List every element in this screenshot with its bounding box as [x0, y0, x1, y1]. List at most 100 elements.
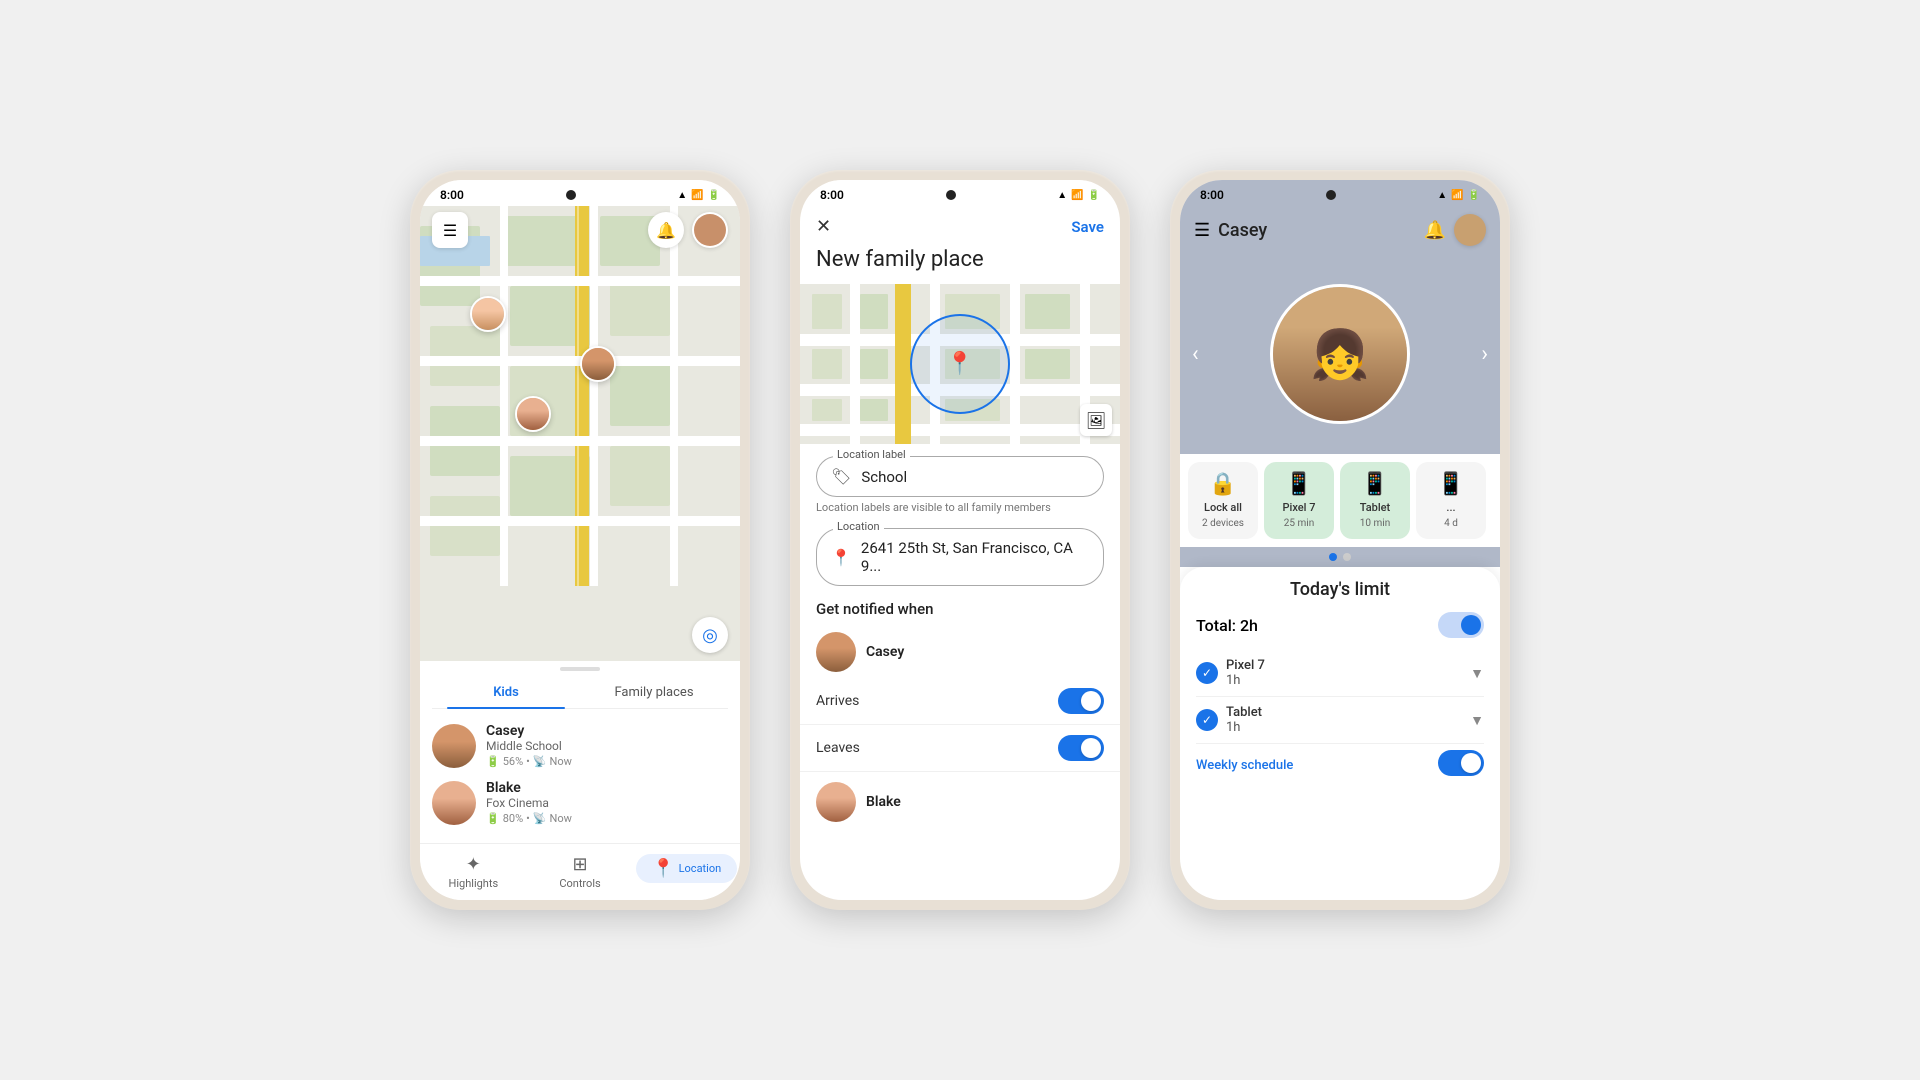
- total-toggle[interactable]: [1438, 612, 1484, 638]
- profile-area: ‹ 👧 ›: [1180, 254, 1500, 454]
- p2-header: ✕ Save: [800, 206, 1120, 243]
- menu-button[interactable]: ☰: [432, 212, 468, 248]
- tablet-sub: 10 min: [1360, 518, 1390, 529]
- phone-3: 8:00 ▲ 📶 🔋 ☰ Casey 🔔 ‹ 👧 ›: [1170, 170, 1510, 910]
- casey-info: Casey Middle School 🔋 56% • 📡 Now: [486, 723, 728, 768]
- phone-1: 8:00 ▲ 📶 🔋: [410, 170, 750, 910]
- tab-family-places[interactable]: Family places: [580, 675, 728, 708]
- highlights-icon: ✦: [466, 854, 481, 875]
- status-time-2: 8:00: [820, 188, 844, 202]
- tablet-chevron[interactable]: ▼: [1470, 712, 1484, 729]
- location-nav-bg: 📍 Location: [636, 854, 737, 883]
- leaves-toggle-row: Leaves: [800, 725, 1120, 772]
- person-face-1: [472, 298, 504, 330]
- page-title-2: New family place: [800, 243, 1120, 284]
- map-pin-person3[interactable]: [515, 396, 551, 432]
- pixel7-name: Pixel 7: [1283, 501, 1316, 514]
- status-time-3: 8:00: [1200, 188, 1224, 202]
- hamburger-button[interactable]: ☰: [1194, 220, 1210, 241]
- leaves-toggle[interactable]: [1058, 735, 1104, 761]
- notification-button[interactable]: 🔔: [648, 212, 684, 248]
- phone-2: 8:00 ▲ 📶 🔋 ✕ Save New family place: [790, 170, 1130, 910]
- casey-notify-name: Casey: [866, 644, 904, 660]
- pixel7-chevron[interactable]: ▼: [1470, 665, 1484, 682]
- camera-notch-3: [1326, 190, 1336, 200]
- person-face-3: [517, 398, 549, 430]
- location-label-field[interactable]: Location label 🏷 School: [816, 456, 1104, 497]
- device-card-lockall[interactable]: 🔒 Lock all 2 devices: [1188, 462, 1258, 539]
- leaves-label: Leaves: [816, 740, 860, 756]
- nav-location[interactable]: 📍 Location: [633, 848, 740, 892]
- notify-blake: Blake: [800, 772, 1120, 828]
- profile-btn-3[interactable]: [1454, 214, 1486, 246]
- menu-icon: ☰: [443, 221, 457, 240]
- device-card-more[interactable]: 📱 ... 4 d: [1416, 462, 1486, 539]
- tablet-check: ✓: [1196, 709, 1218, 731]
- kid-item-casey[interactable]: Casey Middle School 🔋 56% • 📡 Now: [432, 717, 728, 774]
- pixel7-info: Pixel 7 1h: [1226, 658, 1462, 688]
- device-card-tablet[interactable]: 📱 Tablet 10 min: [1340, 462, 1410, 539]
- today-limit-title: Today's limit: [1196, 579, 1484, 600]
- nav-controls[interactable]: ⊞ Controls: [527, 848, 634, 892]
- kids-list: Casey Middle School 🔋 56% • 📡 Now: [420, 709, 740, 843]
- location-field-icon: 📍: [831, 548, 851, 567]
- locate-button[interactable]: ◎: [692, 617, 728, 653]
- photo-button[interactable]: 🖼: [1080, 404, 1112, 436]
- user-avatar: [694, 214, 726, 246]
- map-area: ☰ 🔔: [420, 206, 740, 661]
- location-label-text: Location label: [833, 448, 910, 461]
- devices-row: 🔒 Lock all 2 devices 📱 Pixel 7 25 min 📱 …: [1180, 454, 1500, 547]
- profile-next-arrow[interactable]: ›: [1481, 342, 1488, 367]
- bell-button-3[interactable]: 🔔: [1424, 220, 1446, 241]
- profile-prev-arrow[interactable]: ‹: [1192, 342, 1199, 367]
- blake-name: Blake: [486, 780, 728, 796]
- nav-highlights[interactable]: ✦ Highlights: [420, 848, 527, 892]
- drag-handle[interactable]: [560, 667, 600, 671]
- arrives-label: Arrives: [816, 693, 859, 709]
- location-field-label: Location: [833, 520, 884, 533]
- casey-location: Middle School: [486, 739, 728, 753]
- weekly-toggle[interactable]: [1438, 750, 1484, 776]
- close-button[interactable]: ✕: [816, 216, 831, 237]
- pixel7-check: ✓: [1196, 662, 1218, 684]
- bottom-nav: ✦ Highlights ⊞ Controls 📍 Location: [420, 843, 740, 900]
- pixel7-row-name: Pixel 7: [1226, 658, 1462, 673]
- header-right: 🔔: [648, 212, 728, 248]
- status-icons-3: ▲ 📶 🔋: [1437, 190, 1480, 201]
- total-label: Total: 2h: [1196, 616, 1258, 635]
- tab-kids[interactable]: Kids: [432, 675, 580, 708]
- tablet-info: Tablet 1h: [1226, 705, 1462, 735]
- map-pin-person1[interactable]: [470, 296, 506, 332]
- location-field[interactable]: Location 📍 2641 25th St, San Francisco, …: [816, 528, 1104, 586]
- locate-icon: ◎: [702, 625, 718, 646]
- status-time-1: 8:00: [440, 188, 464, 202]
- casey-notify-avatar: [816, 632, 856, 672]
- map-pin-person2[interactable]: [580, 346, 616, 382]
- device-card-pixel7[interactable]: 📱 Pixel 7 25 min: [1264, 462, 1334, 539]
- lock-all-icon: 🔒: [1209, 472, 1236, 497]
- save-button[interactable]: Save: [1071, 218, 1104, 236]
- casey-avatar: [432, 724, 476, 768]
- profile-button[interactable]: [692, 212, 728, 248]
- blake-notify-name: Blake: [866, 794, 901, 810]
- kid-item-blake[interactable]: Blake Fox Cinema 🔋 80% • 📡 Now: [432, 774, 728, 831]
- casey-status: 🔋 56% • 📡 Now: [486, 755, 728, 768]
- tablet-icon: 📱: [1361, 472, 1388, 497]
- status-bar-1: 8:00 ▲ 📶 🔋: [420, 180, 740, 206]
- status-bar-3: 8:00 ▲ 📶 🔋: [1180, 180, 1500, 206]
- blake-status: 🔋 80% • 📡 Now: [486, 812, 728, 825]
- location-hint: Location labels are visible to all famil…: [800, 497, 1120, 514]
- weekly-schedule-link[interactable]: Weekly schedule: [1196, 748, 1293, 777]
- person-face-2: [582, 348, 614, 380]
- status-icons-2: ▲ 📶 🔋: [1057, 190, 1100, 201]
- blake-avatar: [432, 781, 476, 825]
- arrives-toggle[interactable]: [1058, 688, 1104, 714]
- lock-all-name: Lock all: [1204, 501, 1242, 514]
- location-label-value: School: [861, 468, 907, 486]
- blake-notify-avatar: [816, 782, 856, 822]
- map-header: ☰ 🔔: [420, 206, 740, 254]
- camera-notch-1: [566, 190, 576, 200]
- more-device-sub: 4 d: [1444, 518, 1458, 529]
- nav-dots: [1180, 547, 1500, 567]
- blake-face: [432, 781, 476, 825]
